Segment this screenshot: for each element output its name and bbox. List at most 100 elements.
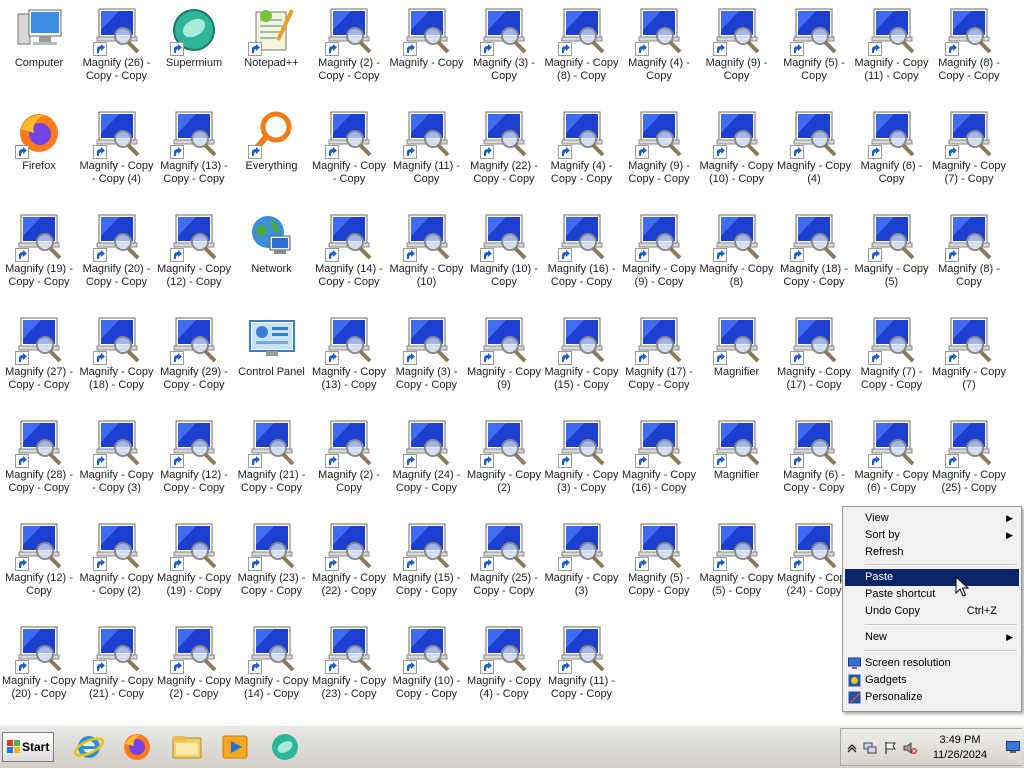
desktop-icon-magnify[interactable]: Magnify - Copy (20) - Copy	[0, 618, 78, 716]
desktop-icon-magnify[interactable]: Magnify - Copy (5) - Copy	[698, 515, 776, 613]
desktop-icon-magnify[interactable]: Magnify (24) - Copy - Copy	[388, 412, 466, 510]
desktop-icon-magnify[interactable]: Magnify (21) - Copy - Copy	[233, 412, 311, 510]
desktop-icon-magnify[interactable]: Magnify (2) - Copy - Copy	[310, 0, 388, 98]
desktop-icon-magnify[interactable]: Magnify - Copy (4) - Copy	[465, 618, 543, 716]
action-center-button[interactable]	[883, 741, 897, 755]
desktop-icon-magnify[interactable]: Magnify (5) - Copy	[775, 0, 853, 98]
desktop-icon-magnify[interactable]: Magnify (22) - Copy - Copy	[465, 103, 543, 201]
desktop-icon-magnify[interactable]: Magnify - Copy (7)	[930, 309, 1008, 407]
desktop-icon-magnify[interactable]: Magnify (11) - Copy	[388, 103, 466, 201]
desktop-icon-magnify[interactable]: Magnify - Copy (7) - Copy	[930, 103, 1008, 201]
desktop-icon-magnify[interactable]: Magnify - Copy (19) - Copy	[155, 515, 233, 613]
desktop-icon-magnify[interactable]: Magnify - Copy (8) - Copy	[543, 0, 621, 98]
desktop-icon-magnify[interactable]: Magnify (20) - Copy - Copy	[78, 206, 156, 304]
desktop-icon-computer[interactable]: Computer	[0, 0, 78, 98]
taskbar-supermium[interactable]	[268, 730, 302, 764]
menu-item-paste[interactable]: Paste	[845, 569, 1019, 586]
desktop-icon-magnify[interactable]: Magnify (10) - Copy - Copy	[388, 618, 466, 716]
desktop-icon-magnify[interactable]: Magnify - Copy (17) - Copy	[775, 309, 853, 407]
desktop-icon-magnify[interactable]: Magnify (12) - Copy	[0, 515, 78, 613]
menu-item-undo-copy[interactable]: Undo Copy Ctrl+Z	[845, 603, 1019, 620]
desktop-icon-magnify[interactable]: Magnify - Copy (10)	[388, 206, 466, 304]
desktop-icon-firefox[interactable]: Firefox	[0, 103, 78, 201]
desktop-icon-magnify[interactable]: Magnify - Copy (9) - Copy	[620, 206, 698, 304]
menu-item-view[interactable]: View ▶	[845, 510, 1019, 527]
desktop-icon-magnify[interactable]: Magnify (3) - Copy - Copy	[388, 309, 466, 407]
desktop-icon-magnify[interactable]: Magnify (4) - Copy - Copy	[543, 103, 621, 201]
desktop-icon-magnify[interactable]: Magnify (19) - Copy - Copy	[0, 206, 78, 304]
desktop-icon-magnify[interactable]: Magnify (12) - Copy - Copy	[155, 412, 233, 510]
desktop-icon-magnify[interactable]: Magnify (10) - Copy	[465, 206, 543, 304]
desktop-icon-magnify[interactable]: Magnify - Copy (22) - Copy	[310, 515, 388, 613]
start-button[interactable]: Start	[2, 732, 54, 762]
desktop-icon-magnify[interactable]: Magnify (9) - Copy - Copy	[620, 103, 698, 201]
desktop-icon-magnify[interactable]: Magnify (15) - Copy - Copy	[388, 515, 466, 613]
menu-item-refresh[interactable]: Refresh	[845, 544, 1019, 561]
desktop-icon-magnify[interactable]: Magnify (25) - Copy - Copy	[465, 515, 543, 613]
desktop-icon-magnify[interactable]: Magnify - Copy (14) - Copy	[233, 618, 311, 716]
desktop-icon-magnify[interactable]: Magnify - Copy (9)	[465, 309, 543, 407]
desktop-icon-magnify[interactable]: Magnify - Copy (2)	[465, 412, 543, 510]
desktop-icon-magnify[interactable]: Magnify - Copy (5)	[853, 206, 931, 304]
desktop-icon-magnify[interactable]: Magnifier	[698, 412, 776, 510]
desktop-icon-magnify[interactable]: Magnify - Copy - Copy (4)	[78, 103, 156, 201]
desktop-icon-magnify[interactable]: Magnify - Copy (4)	[775, 103, 853, 201]
desktop-icon-everything[interactable]: Everything	[233, 103, 311, 201]
desktop-icon-magnify[interactable]: Magnify (6) - Copy	[853, 103, 931, 201]
taskbar-firefox[interactable]	[120, 730, 154, 764]
desktop-icon-magnify[interactable]: Magnify (16) - Copy - Copy	[543, 206, 621, 304]
desktop-icon-magnify[interactable]: Magnify - Copy (15) - Copy	[543, 309, 621, 407]
menu-item-gadgets[interactable]: Gadgets	[845, 672, 1019, 689]
menu-item-screen-resolution[interactable]: Screen resolution	[845, 655, 1019, 672]
desktop-icon-magnify[interactable]: Magnify (8) - Copy - Copy	[930, 0, 1008, 98]
menu-item-paste-shortcut[interactable]: Paste shortcut	[845, 586, 1019, 603]
desktop-icon-magnify[interactable]: Magnify - Copy (11) - Copy	[853, 0, 931, 98]
taskbar-internet-explorer[interactable]	[72, 730, 106, 764]
desktop-icon-magnify[interactable]: Magnify (6) - Copy - Copy	[775, 412, 853, 510]
desktop-icon-magnify[interactable]: Magnify - Copy (3) - Copy	[543, 412, 621, 510]
desktop-icon-magnify[interactable]: Magnify - Copy (16) - Copy	[620, 412, 698, 510]
desktop-icon-magnify[interactable]: Magnify (11) - Copy - Copy	[543, 618, 621, 716]
desktop-icon-magnify[interactable]: Magnify - Copy (2) - Copy	[155, 618, 233, 716]
desktop-icon-magnify[interactable]: Magnify (9) - Copy	[698, 0, 776, 98]
desktop-icon-control-panel[interactable]: Control Panel	[233, 309, 311, 407]
desktop-icon-magnify[interactable]: Magnify (18) - Copy - Copy	[775, 206, 853, 304]
desktop-icon-magnify[interactable]: Magnify (29) - Copy - Copy	[155, 309, 233, 407]
clock[interactable]: 3:49 PM 11/26/2024	[925, 733, 995, 763]
desktop-icon-magnify[interactable]: Magnify (17) - Copy - Copy	[620, 309, 698, 407]
desktop-icon-magnify[interactable]: Magnify (7) - Copy - Copy	[853, 309, 931, 407]
desktop-icon-magnify[interactable]: Magnify (5) - Copy - Copy	[620, 515, 698, 613]
network-tray-button[interactable]	[863, 741, 877, 755]
desktop-icon-magnify[interactable]: Magnify (13) - Copy - Copy	[155, 103, 233, 201]
desktop-icon-magnify[interactable]: Magnify - Copy (6) - Copy	[853, 412, 931, 510]
menu-item-personalize[interactable]: Personalize	[845, 689, 1019, 706]
desktop-icon-magnify[interactable]: Magnify - Copy (12) - Copy	[155, 206, 233, 304]
desktop-icon-magnify[interactable]: Magnify - Copy (23) - Copy	[310, 618, 388, 716]
desktop-icon-magnify[interactable]: Magnify - Copy - Copy (3)	[78, 412, 156, 510]
show-hidden-icons-button[interactable]	[845, 741, 859, 755]
desktop-icon-magnify[interactable]: Magnify (4) - Copy	[620, 0, 698, 98]
desktop-icon-magnify[interactable]: Magnify - Copy (25) - Copy	[930, 412, 1008, 510]
desktop-icon-magnify[interactable]: Magnify (3) - Copy	[465, 0, 543, 98]
taskbar-media-player[interactable]	[218, 730, 252, 764]
desktop-icon-magnify[interactable]: Magnifier	[698, 309, 776, 407]
desktop-icon-network[interactable]: Network	[233, 206, 311, 304]
desktop-icon-magnify[interactable]: Magnify - Copy - Copy (2)	[78, 515, 156, 613]
desktop-icon-magnify[interactable]: Magnify (14) - Copy - Copy	[310, 206, 388, 304]
desktop-icon-magnify[interactable]: Magnify - Copy (18) - Copy	[78, 309, 156, 407]
desktop-icon-magnify[interactable]: Magnify (23) - Copy - Copy	[233, 515, 311, 613]
desktop-icon-magnify[interactable]: Magnify - Copy (3)	[543, 515, 621, 613]
taskbar-windows-explorer[interactable]	[170, 730, 204, 764]
desktop-icon-supermium[interactable]: Supermium	[155, 0, 233, 98]
desktop-icon-magnify[interactable]: Magnify - Copy	[388, 0, 466, 98]
show-desktop-icon[interactable]	[1006, 741, 1020, 753]
desktop-icon-magnify[interactable]: Magnify (8) - Copy	[930, 206, 1008, 304]
menu-item-sort-by[interactable]: Sort by ▶	[845, 527, 1019, 544]
desktop-icon-magnify[interactable]: Magnify - Copy (10) - Copy	[698, 103, 776, 201]
desktop-icon-magnify[interactable]: Magnify - Copy (8)	[698, 206, 776, 304]
desktop-icon-magnify[interactable]: Magnify (27) - Copy - Copy	[0, 309, 78, 407]
volume-button[interactable]	[903, 741, 917, 755]
desktop-icon-magnify[interactable]: Magnify - Copy - Copy	[310, 103, 388, 201]
desktop-icon-magnify[interactable]: Magnify - Copy (13) - Copy	[310, 309, 388, 407]
menu-item-new[interactable]: New ▶	[845, 629, 1019, 646]
